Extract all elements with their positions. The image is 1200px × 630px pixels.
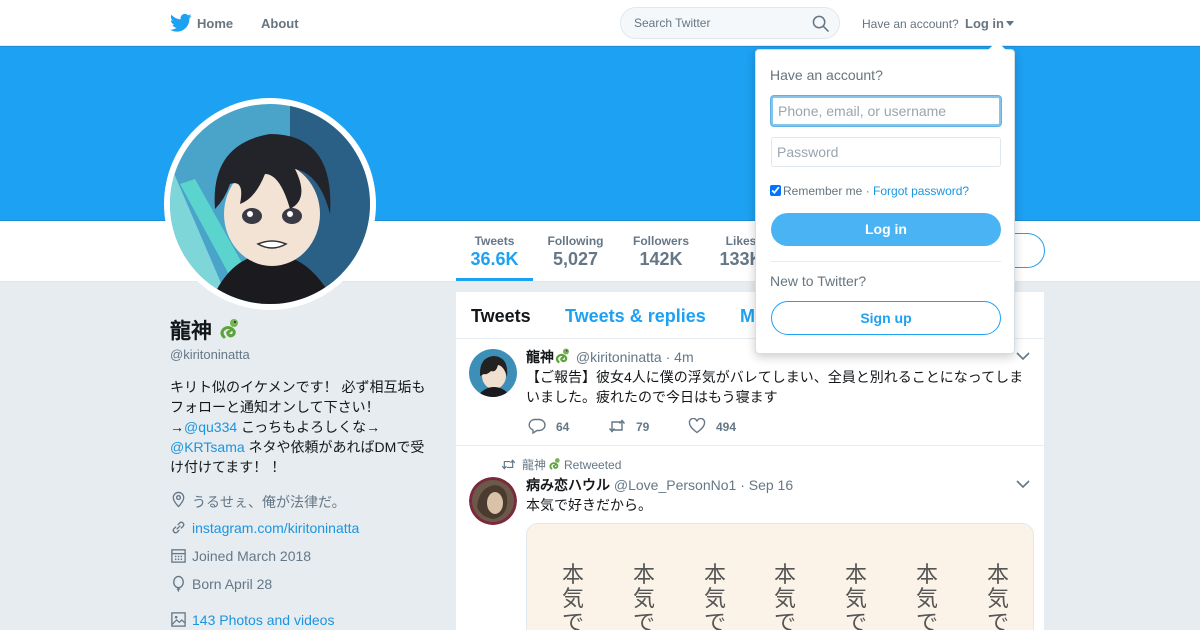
like-count: 494 — [716, 420, 737, 434]
stat-following-value: 5,027 — [552, 249, 599, 269]
stat-following[interactable]: Following 5,027 — [540, 221, 611, 282]
remember-separator: · — [865, 184, 870, 198]
login-dropdown-title: Have an account? — [770, 67, 883, 83]
tweet-author-name[interactable]: 病み恋ハウル — [526, 477, 610, 493]
have-account-text: Have an account? — [862, 17, 959, 31]
tweet-text: 【ご報告】彼女4人に僕の浮気がバレてしまい、全員と別れることになってしまいました… — [526, 369, 1024, 405]
nav-about-link[interactable]: About — [261, 16, 299, 31]
tweet-author-handle[interactable]: @Love_PersonNo1 — [614, 477, 736, 493]
dragon-emoji-icon — [220, 319, 238, 339]
calendar-icon — [171, 549, 186, 563]
media-text-column: 本気で — [561, 563, 584, 630]
profile-location-text: うるせぇ、俺が法律だ。 — [192, 494, 346, 510]
media-text-column: 本気で — [915, 563, 938, 630]
tweet-author-avatar[interactable] — [469, 349, 517, 397]
retweet-context: 龍神 Retweeted — [501, 456, 621, 473]
tweet-timestamp[interactable]: Sep 16 — [749, 477, 793, 493]
tweet-avatar-image — [469, 477, 517, 525]
link-icon — [172, 521, 185, 534]
divider — [771, 261, 1001, 262]
username-field[interactable] — [771, 96, 1001, 126]
chevron-down-icon[interactable] — [1016, 480, 1030, 489]
avatar-illustration — [170, 104, 370, 304]
search-input[interactable]: Search Twitter — [620, 7, 840, 39]
profile-joined-text: Joined March 2018 — [192, 548, 312, 564]
login-toggle-label: Log in — [965, 16, 1004, 31]
login-button[interactable]: Log in — [771, 213, 1001, 246]
stat-followers[interactable]: Followers 142K — [625, 221, 697, 282]
twitter-bird-icon[interactable] — [170, 13, 192, 33]
tweet-author-name[interactable]: 龍神 — [526, 349, 554, 365]
heart-icon — [688, 418, 706, 434]
search-placeholder: Search Twitter — [634, 16, 711, 30]
image-icon — [171, 612, 186, 627]
tweet-header: 龍神 @kiritoninatta · 4m — [526, 347, 694, 367]
profile-photos-text[interactable]: 143 Photos and videos — [192, 612, 334, 628]
tweet-header: 病み恋ハウル @Love_PersonNo1 · Sep 16 — [526, 475, 793, 495]
reply-icon — [528, 418, 546, 434]
stat-tweets-value: 36.6K — [470, 249, 519, 269]
retweet-count: 79 — [636, 420, 650, 434]
stat-followers-label: Followers — [632, 234, 689, 248]
retweet-icon — [501, 459, 516, 470]
retweet-icon — [608, 419, 626, 433]
remember-me-row: Remember me · Forgot password? — [770, 184, 969, 198]
profile-website-link[interactable]: instagram.com/kiritoninatta — [192, 520, 359, 536]
remember-me-label[interactable]: Remember me — [783, 184, 862, 198]
profile-birthday-text: Born April 28 — [192, 576, 273, 592]
stat-tweets[interactable]: Tweets 36.6K — [456, 221, 533, 281]
tweet[interactable]: 龍神 @kiritoninatta · 4m 【ご報告】彼女4人に僕の浮気がバレ… — [456, 339, 1044, 446]
balloon-icon — [173, 575, 184, 592]
media-text-column: 本気で — [986, 563, 1009, 630]
stat-following-label: Following — [547, 234, 604, 248]
chevron-down-icon[interactable] — [1016, 352, 1030, 361]
tweet-avatar-image — [469, 349, 517, 397]
mention-link-krtsama[interactable]: @KRTsama — [170, 439, 245, 455]
nav-home-link[interactable]: Home — [197, 16, 233, 31]
tab-media[interactable]: M — [740, 306, 755, 327]
caret-down-icon — [1006, 21, 1014, 27]
login-dropdown-toggle[interactable]: Log in — [965, 16, 1014, 31]
media-text-column: 本気で — [703, 563, 726, 630]
forgot-password-link[interactable]: Forgot password? — [873, 184, 969, 198]
new-to-twitter-text: New to Twitter? — [770, 273, 867, 289]
tweet-dot: · — [665, 349, 671, 365]
media-text-column: 本気で — [632, 563, 655, 630]
bio-line1: キリト似のイケメンです！ 必ず相互垢もフォローと通知オンして下さい！ — [170, 379, 426, 415]
dropdown-arrow — [988, 41, 1006, 50]
tweet-media-image[interactable]: 本気で 本気で 本気で 本気で 本気で 本気で 本気で — [526, 523, 1034, 630]
profile-avatar[interactable] — [170, 104, 370, 304]
profile-name-text: 龍神 — [170, 320, 212, 343]
tweet-author-avatar[interactable] — [469, 477, 517, 525]
dragon-emoji-icon — [555, 348, 569, 364]
tweet-timestamp[interactable]: 4m — [674, 349, 693, 365]
retweeted-by[interactable]: 龍神 — [522, 458, 546, 472]
top-navigation-bar: Home About Search Twitter Have an accoun… — [0, 0, 1200, 46]
signup-button[interactable]: Sign up — [771, 301, 1001, 335]
dragon-emoji-icon — [549, 458, 560, 470]
retweeted-label: Retweeted — [564, 458, 622, 472]
profile-name: 龍神 — [170, 315, 242, 345]
tweet-author-handle[interactable]: @kiritoninatta — [576, 349, 662, 365]
tweet[interactable]: 龍神 Retweeted 病み恋ハウル @Love_PersonNo1 · Sep… — [456, 447, 1044, 630]
password-field[interactable] — [771, 137, 1001, 167]
stat-tweets-label: Tweets — [474, 234, 515, 248]
tweet-text: 本気で好きだから。 — [526, 497, 652, 513]
profile-bio: キリト似のイケメンです！ 必ず相互垢もフォローと通知オンして下さい！ →@qu3… — [170, 377, 438, 477]
media-text-column: 本気で — [773, 563, 796, 630]
profile-handle: @kiritoninatta — [170, 347, 250, 362]
bio-text2: こっちもよろしくな→ — [237, 419, 381, 435]
location-pin-icon — [172, 491, 185, 508]
tab-tweets[interactable]: Tweets — [471, 306, 531, 327]
login-dropdown: Have an account? Remember me · Forgot pa… — [755, 41, 1015, 354]
tweet-dot: · — [740, 477, 745, 493]
search-icon[interactable] — [812, 15, 829, 32]
stat-followers-value: 142K — [639, 249, 683, 269]
bio-arrow: → — [170, 419, 184, 435]
tab-tweets-replies[interactable]: Tweets & replies — [565, 306, 706, 327]
mention-link-qu334[interactable]: @qu334 — [184, 419, 237, 435]
reply-count: 64 — [556, 420, 570, 434]
media-text-column: 本気で — [844, 563, 867, 630]
remember-me-checkbox[interactable] — [770, 185, 781, 196]
